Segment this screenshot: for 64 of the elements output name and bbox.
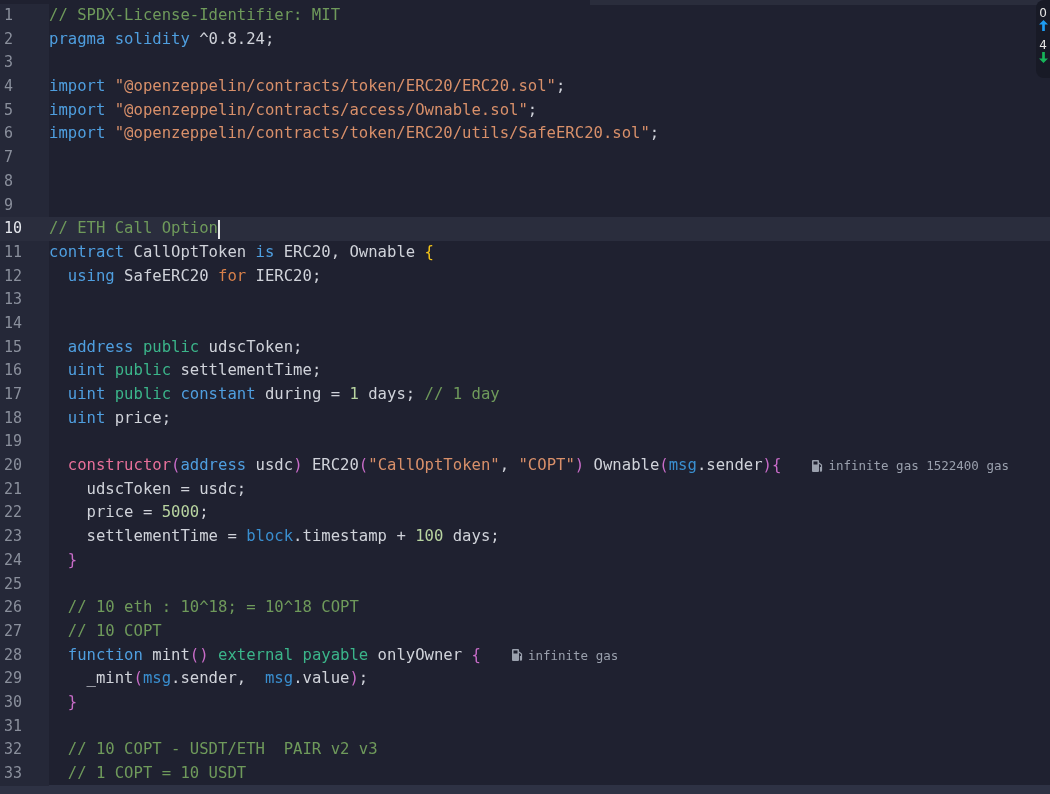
line-number: 28 [0,643,49,668]
code-line: // 1 COPT = 10 USDT [66,763,247,784]
line-number: 9 [0,193,49,218]
code-line: uint public constant during = 1 days; // 1 day [66,384,500,405]
code-line: contract CallOptToken is ERC20, Ownable { [49,241,434,263]
down-arrow-icon [1038,52,1048,63]
code-line: udscToken = usdc; [85,478,247,500]
line-number: 7 [0,146,49,170]
line-number: 8 [0,169,49,194]
line-number: 26 [0,596,49,620]
line-number: 31 [0,714,49,739]
line-number: 24 [0,548,49,573]
line-number: 29 [0,667,49,691]
line-number: 30 [0,690,49,715]
line-number: 11 [0,240,49,265]
code-line: // SPDX-License-Identifier: MIT [49,5,341,26]
code-line: // 10 COPT - USDT/ETH PAIR v2 v3 [66,739,378,761]
line-number: 18 [0,406,49,431]
line-number: 32 [0,738,49,762]
line-number: 21 [0,477,49,502]
line-number: 17 [0,383,49,407]
code-line: pragma solidity ^0.8.24; [49,28,275,50]
gas-estimate: infinite gas [527,646,619,665]
line-number: 6 [0,122,49,147]
count-label: 0 [1039,6,1047,20]
code-line: _mint(msg.sender, msg.value); [85,668,369,690]
code-line: price = 5000; [85,502,209,524]
code-line: uint price; [66,407,172,429]
line-number: 1 [0,4,49,28]
line-number: 5 [0,98,49,123]
code-line: import "@openzeppelin/contracts/token/ERC20/ERC20.sol"; [49,76,566,98]
count-label: 4 [1039,38,1047,52]
code-line: constructor(address usdc) ERC20("CallOptToken", "COPT") Ownable(msg.sender){ [66,455,782,477]
code-line: uint public settlementTime; [66,360,322,382]
line-number: 4 [0,75,49,99]
line-number: 3 [0,51,49,76]
code-line: } [66,549,78,571]
code-line: import "@openzeppelin/contracts/token/ERC20/utils/SafeERC20.sol"; [49,123,660,145]
gas-pump-icon [510,648,523,663]
gas-pump-icon [811,458,824,473]
line-number: 20 [0,454,49,478]
code-line: // ETH Call Option [49,218,218,240]
gas-estimate: infinite gas 1522400 gas [828,457,1009,476]
line-number: 25 [0,572,49,597]
code-line: // 10 eth : 10^18; = 10^18 COPT [66,597,359,619]
code-line: address public udscToken; [66,336,303,358]
line-number: 19 [0,430,49,455]
code-line: settlementTime = block.timestamp + 100 days; [85,526,500,548]
line-number: 16 [0,359,49,383]
code-line: function mint() external payable onlyOwner { [66,644,481,666]
line-number: 27 [0,619,49,644]
line-number: 2 [0,27,49,52]
code-line: } [66,691,78,713]
line-number: 23 [0,525,49,549]
up-arrow-icon [1038,20,1048,31]
line-number: 33 [0,762,49,786]
line-number: 14 [0,311,49,336]
line-number: 13 [0,288,49,312]
code-line: // 10 COPT [66,620,162,642]
line-number: 15 [0,335,49,360]
line-number: 12 [0,264,49,289]
code-line: using SafeERC20 for IERC20; [66,265,322,287]
code-line: import "@openzeppelin/contracts/access/Ownable.sol"; [49,99,538,121]
line-number: 22 [0,501,49,526]
